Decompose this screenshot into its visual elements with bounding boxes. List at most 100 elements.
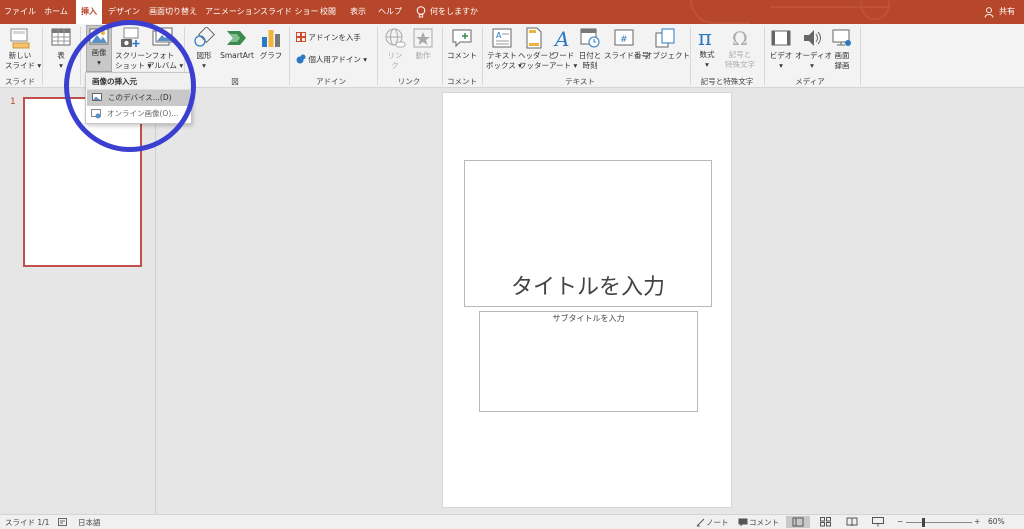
shapes-icon bbox=[194, 27, 215, 47]
group-label-symbols: 記号と特殊文字 bbox=[700, 77, 754, 86]
comment-button[interactable]: コメント bbox=[447, 27, 477, 61]
smartart-button[interactable]: SmartArt bbox=[219, 27, 255, 61]
slide-sorter-icon[interactable] bbox=[820, 517, 832, 527]
textbox-label-1: テキスト bbox=[487, 51, 517, 60]
link-globe-icon bbox=[385, 28, 406, 48]
notes-icon bbox=[696, 518, 705, 527]
action-button[interactable]: 動作 bbox=[410, 27, 436, 61]
shapes-label: 図形 bbox=[196, 51, 212, 60]
tab-review[interactable]: 校閲 bbox=[316, 0, 340, 24]
pictures-dropdown-arrow: ▾ bbox=[97, 58, 101, 67]
object-button[interactable]: オブジェクト bbox=[645, 27, 690, 61]
screen-recording-button[interactable]: 画面 録画 bbox=[829, 27, 855, 71]
get-addins-label: アドインを入手 bbox=[308, 33, 361, 42]
get-addins-button[interactable]: アドインを入手 bbox=[296, 32, 376, 43]
tab-insert[interactable]: 挿入 bbox=[76, 0, 102, 24]
textbox-icon: A bbox=[492, 28, 512, 48]
menu-item-label: このデバイス...(D) bbox=[108, 93, 172, 102]
video-dropdown-arrow: ▾ bbox=[779, 61, 783, 70]
slide-canvas[interactable]: タイトルを入力 サブタイトルを入力 bbox=[442, 92, 732, 508]
share-button[interactable]: 共有 bbox=[996, 0, 1018, 24]
group-label-media: メディア bbox=[795, 77, 825, 86]
group-separator bbox=[377, 27, 378, 85]
menu-item-online-pictures[interactable]: オンライン画像(O)... bbox=[86, 106, 191, 122]
tab-home[interactable]: ホーム bbox=[40, 0, 72, 24]
group-label-comments: コメント bbox=[447, 77, 477, 86]
object-label: オブジェクト bbox=[645, 51, 690, 60]
tab-transitions[interactable]: 画面切り替え bbox=[147, 0, 199, 24]
tab-view[interactable]: 表示 bbox=[346, 0, 370, 24]
video-button[interactable]: ビデオ ▾ bbox=[768, 27, 794, 71]
zoom-slider-track[interactable] bbox=[906, 522, 972, 523]
zoom-out-button[interactable]: − bbox=[897, 517, 903, 526]
photo-album-button[interactable]: フォト アルバム ▾ bbox=[147, 27, 183, 71]
svg-text:Ω: Ω bbox=[732, 28, 748, 48]
svg-text:A: A bbox=[553, 27, 569, 49]
my-addins-button[interactable]: 個人用アドイン ▾ bbox=[296, 54, 376, 65]
notes-button[interactable]: ノート bbox=[706, 517, 729, 528]
title-placeholder[interactable]: タイトルを入力 bbox=[464, 160, 712, 307]
zoom-in-button[interactable]: + bbox=[974, 517, 980, 526]
audio-button[interactable]: オーディオ ▾ bbox=[795, 27, 832, 71]
table-dropdown-arrow: ▾ bbox=[59, 61, 63, 70]
smartart-label: SmartArt bbox=[220, 51, 254, 60]
equation-button[interactable]: π 数式 ▾ bbox=[694, 26, 720, 70]
calendar-clock-icon bbox=[580, 28, 600, 48]
group-label-slides: スライド bbox=[5, 77, 35, 86]
my-addins-label: 個人用アドイン bbox=[308, 55, 361, 64]
group-separator bbox=[690, 27, 691, 85]
device-picture-icon bbox=[92, 93, 102, 101]
new-slide-button[interactable]: 新しい スライド ▾ bbox=[5, 27, 41, 71]
accessibility-check-icon[interactable] bbox=[58, 518, 68, 527]
reading-view-icon[interactable] bbox=[846, 517, 858, 527]
shapes-button[interactable]: 図形 ▾ bbox=[191, 27, 217, 71]
pictures-button[interactable]: 画像 ▾ bbox=[86, 25, 112, 72]
tell-me-search[interactable]: 何をしますか bbox=[430, 0, 480, 24]
slide-thumbnail-number: 1 bbox=[10, 97, 16, 107]
slide-counter: スライド 1/1 bbox=[5, 518, 50, 527]
status-bar: スライド 1/1 日本語 ノート コメント − + 60% bbox=[0, 514, 1024, 529]
online-picture-icon bbox=[91, 109, 101, 119]
language-indicator[interactable]: 日本語 bbox=[78, 517, 101, 528]
tab-help[interactable]: ヘルプ bbox=[376, 0, 404, 24]
group-label-images: 図 bbox=[231, 77, 239, 86]
tab-file[interactable]: ファイル bbox=[4, 0, 36, 24]
slide-thumbnail-pane: 1 bbox=[0, 89, 156, 514]
screenshot-button[interactable]: スクリーン ショット ▾ bbox=[115, 27, 152, 71]
group-separator bbox=[80, 27, 81, 85]
group-separator bbox=[289, 27, 290, 85]
tab-design[interactable]: デザイン bbox=[107, 0, 141, 24]
slideshow-view-icon[interactable] bbox=[872, 517, 884, 527]
menu-item-this-device[interactable]: このデバイス...(D) bbox=[87, 90, 190, 106]
zoom-level[interactable]: 60% bbox=[988, 517, 1005, 526]
table-button[interactable]: 表 ▾ bbox=[48, 27, 74, 71]
pi-icon: π bbox=[698, 26, 712, 48]
tab-slideshow[interactable]: スライド ショー bbox=[260, 0, 319, 24]
equation-label: 数式 bbox=[699, 50, 715, 59]
person-icon bbox=[984, 7, 994, 18]
action-star-icon bbox=[413, 28, 433, 48]
group-label-text: テキスト bbox=[565, 77, 595, 86]
zoom-slider-thumb[interactable] bbox=[922, 518, 925, 527]
chart-button[interactable]: グラフ bbox=[258, 27, 284, 61]
datetime-button[interactable]: 日付と 時刻 bbox=[577, 27, 603, 71]
screen-recording-icon bbox=[832, 29, 851, 46]
menu-item-label: オンライン画像(O)... bbox=[107, 109, 179, 118]
wordart-button[interactable]: A ワード アート ▾ bbox=[549, 27, 577, 71]
symbol-button[interactable]: Ω 記号と 特殊文字 bbox=[722, 26, 758, 70]
header-footer-button[interactable]: ヘッダーと フッター bbox=[518, 27, 556, 71]
group-label-addins: アドイン bbox=[316, 77, 346, 86]
comments-button[interactable]: コメント bbox=[749, 517, 779, 528]
link-button[interactable]: リン ク bbox=[382, 27, 408, 71]
textbox-button[interactable]: A テキスト ボックス ▾ bbox=[486, 27, 522, 71]
new-slide-label-1: 新しい bbox=[8, 51, 32, 60]
svg-text:π: π bbox=[698, 26, 712, 48]
comment-label: コメント bbox=[447, 51, 477, 60]
group-separator bbox=[442, 27, 443, 85]
tab-animations[interactable]: アニメーション bbox=[205, 0, 261, 24]
audio-label: オーディオ bbox=[795, 51, 832, 60]
new-slide-icon bbox=[10, 28, 30, 49]
slide-number-button[interactable]: # スライド番号 bbox=[604, 27, 649, 61]
subtitle-placeholder[interactable]: サブタイトルを入力 bbox=[479, 311, 698, 412]
normal-view-button[interactable] bbox=[786, 516, 810, 528]
